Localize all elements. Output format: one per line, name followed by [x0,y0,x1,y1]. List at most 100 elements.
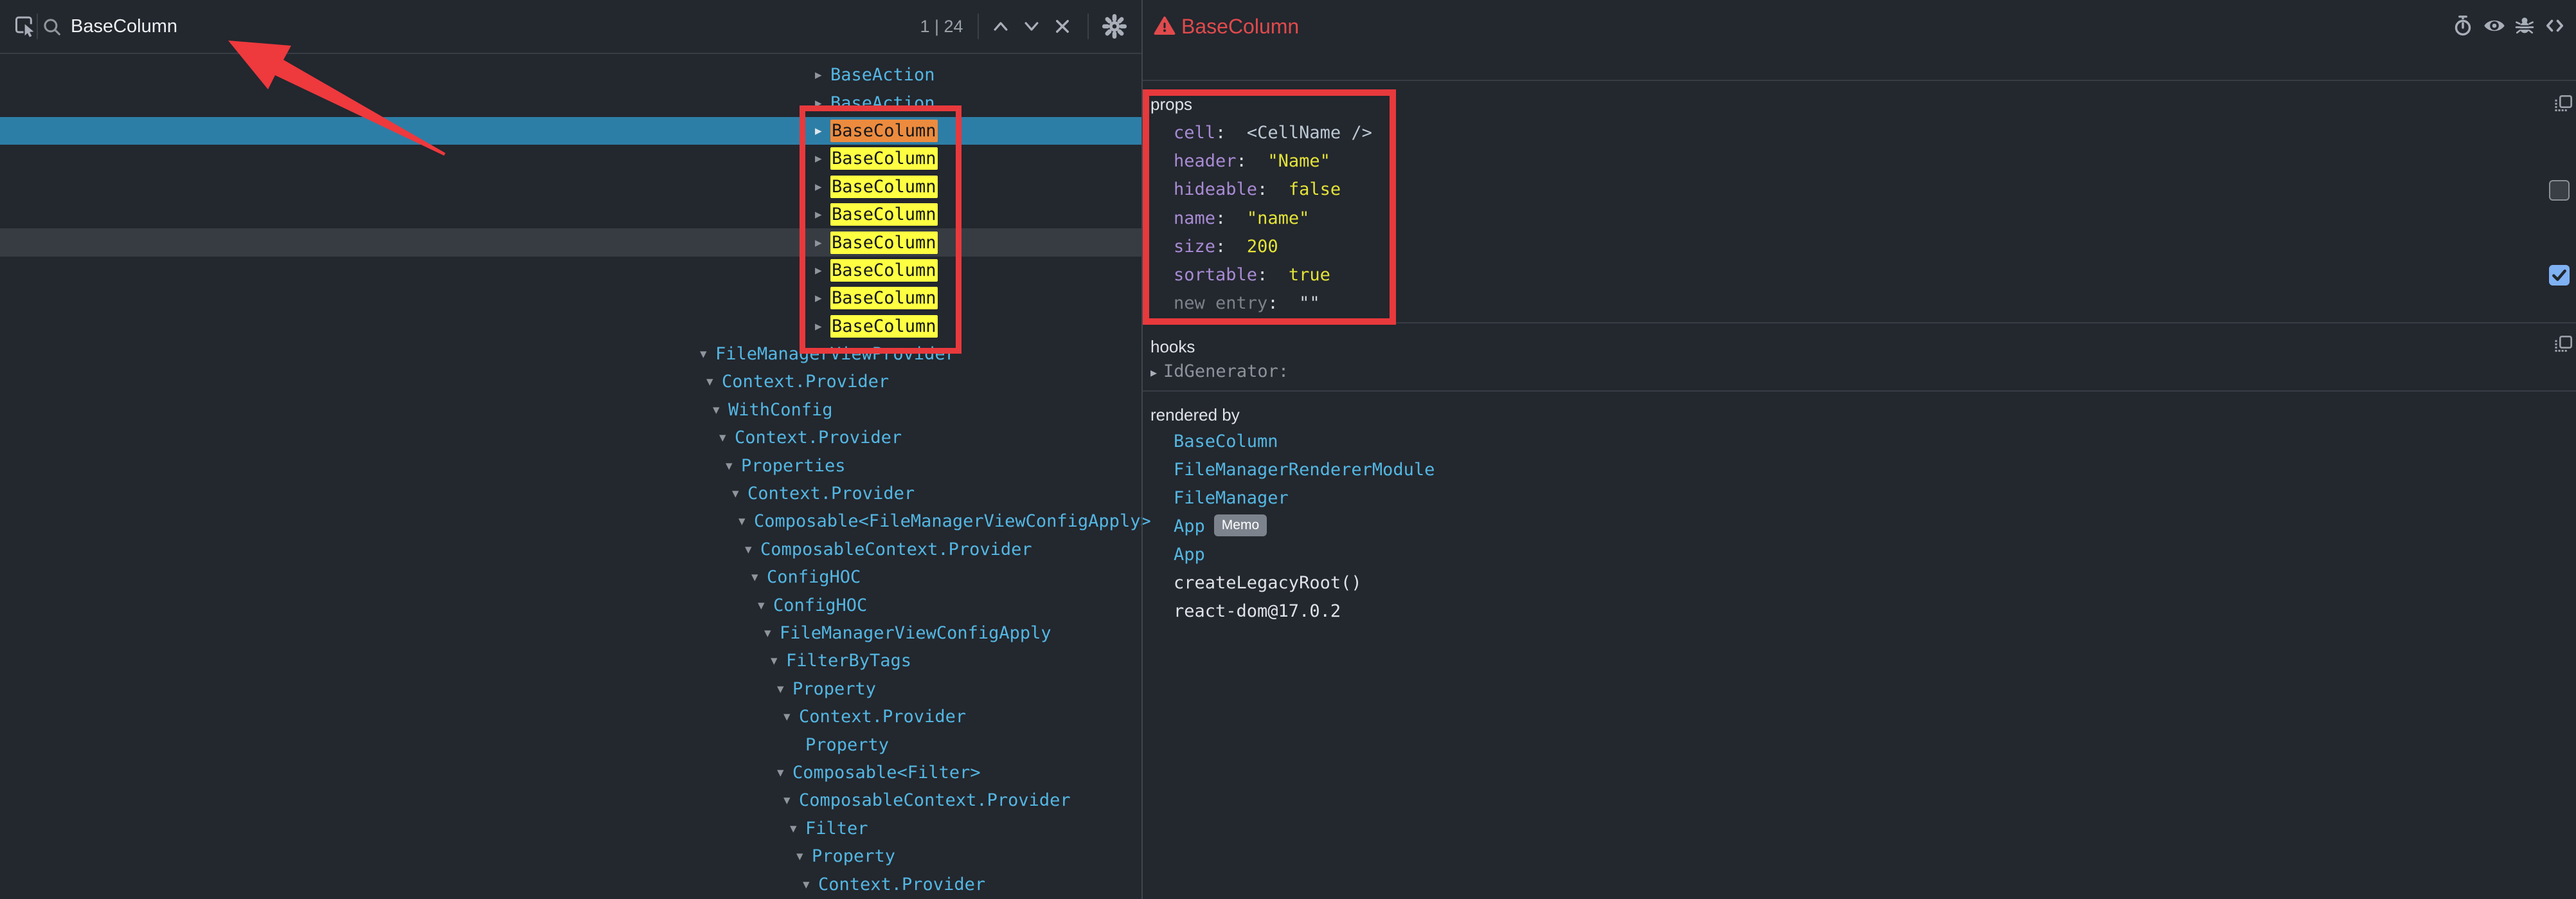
tree-row[interactable]: ▸BaseColumn [0,173,1141,201]
prop-row[interactable]: cell: <CellName /> [1174,119,1372,147]
expand-chevron-icon[interactable]: ▾ [738,513,754,529]
tree-row[interactable]: ▾Composable<FileManagerViewConfigApply> [0,507,1141,535]
gear-icon[interactable] [1100,12,1129,44]
expand-chevron-icon[interactable]: ▸ [815,179,830,195]
prop-value[interactable]: "" [1299,293,1320,313]
prop-row[interactable]: new entry: "" [1174,289,1372,318]
tree-row[interactable]: ▾Context.Provider [0,368,1141,395]
tree-row[interactable]: ▸BaseColumn [0,284,1141,312]
prop-row[interactable]: sortable: true [1174,261,1372,289]
tree-row[interactable]: ▸BaseAction [0,61,1141,89]
expand-chevron-icon[interactable]: ▾ [758,597,773,613]
copy-icon[interactable] [2553,94,2573,118]
tree-row[interactable]: ▾FilterByTags [0,647,1141,675]
prop-value[interactable]: true [1289,265,1330,285]
code-brackets-icon[interactable] [2543,14,2567,41]
expand-chevron-icon[interactable]: ▾ [783,709,799,725]
tree-row[interactable]: ▸BaseColumn [0,145,1141,172]
tree-row[interactable]: ▾Property [0,842,1141,870]
expand-chevron-icon[interactable]: ▸ [815,262,830,278]
rendered-by-item[interactable]: FileManagerRendererModule [1174,456,1435,484]
expand-chevron-icon[interactable]: ▸ [815,290,830,306]
tree-row[interactable]: ▾FileManagerViewConfigApply [0,619,1141,647]
prop-value[interactable]: false [1289,179,1341,199]
expand-chevron-icon[interactable]: ▾ [732,486,747,502]
expand-chevron-icon[interactable]: ▸ [815,95,830,111]
expand-chevron-icon[interactable]: ▸ [815,123,830,139]
eye-icon[interactable] [2482,14,2507,41]
hook-entry[interactable]: ▸IdGenerator: [1150,358,1289,385]
tree-row[interactable]: ▾Properties [0,451,1141,479]
tree-row[interactable]: ▾ComposableContext.Provider [0,786,1141,814]
rendered-by-item[interactable]: BaseColumn [1174,428,1435,456]
expand-chevron-icon[interactable]: ▸ [815,150,830,167]
owner-link[interactable]: App [1174,516,1205,536]
tree-row[interactable]: ▾Composable<Filter> [0,759,1141,786]
expand-chevron-icon[interactable]: ▸ [815,318,830,334]
owner-link[interactable]: App [1174,545,1205,565]
expand-chevron-icon[interactable]: ▾ [771,653,786,669]
expand-chevron-icon[interactable]: ▾ [803,876,818,893]
prop-row[interactable]: size: 200 [1174,233,1372,261]
owner-link[interactable]: FileManager [1174,488,1289,508]
tree-row[interactable]: ▾Context.Provider [0,703,1141,731]
stopwatch-icon[interactable] [2451,14,2474,41]
tree-row[interactable]: ▾Context.Provider [0,870,1141,898]
prop-row[interactable]: name: "name" [1174,204,1372,233]
search-input[interactable]: BaseColumn [71,0,177,53]
sortable-checkbox[interactable] [2549,265,2570,286]
expand-chevron-icon[interactable]: ▾ [726,458,741,474]
chevron-down-icon[interactable] [1019,17,1044,39]
tree-row[interactable]: ▾ComposableContext.Provider [0,536,1141,563]
expand-chevron-icon[interactable]: ▾ [777,681,792,697]
expand-chevron-icon[interactable]: ▾ [713,402,728,418]
expand-chevron-icon[interactable]: ▸ [815,67,830,83]
tree-row[interactable]: ▾Filter [0,815,1141,842]
rendered-by-item[interactable]: App [1174,541,1435,569]
expand-chevron-icon[interactable]: ▾ [790,821,805,837]
expand-chevron-icon[interactable]: ▾ [700,346,715,362]
prop-value[interactable]: "Name" [1267,151,1330,171]
expand-chevron-icon[interactable]: ▾ [719,430,735,446]
rendered-by-item[interactable]: AppMemo [1174,513,1435,541]
prop-row[interactable]: hideable: false [1174,176,1372,204]
tree-row[interactable]: ▸BaseColumn [0,228,1141,256]
prop-value[interactable]: 200 [1247,237,1278,257]
tree-row[interactable]: Property [0,731,1141,758]
rendered-by-item[interactable]: FileManager [1174,484,1435,513]
tree-row[interactable]: ▸BaseColumn [0,117,1141,145]
tree-row[interactable]: ▾ConfigHOC [0,563,1141,591]
expand-chevron-icon[interactable]: ▾ [745,541,760,558]
inspect-element-icon[interactable] [14,15,37,41]
expand-chevron-icon[interactable]: ▾ [751,569,767,585]
copy-icon[interactable] [2553,334,2573,358]
prop-row[interactable]: header: "Name" [1174,147,1372,176]
hideable-checkbox[interactable] [2549,180,2570,201]
expand-chevron-icon[interactable]: ▾ [796,848,812,864]
owner-link[interactable]: BaseColumn [1174,431,1278,451]
expand-chevron-icon[interactable]: ▾ [706,374,722,390]
owner-link[interactable]: FileManagerRendererModule [1174,460,1435,480]
tree-row[interactable]: ▸BaseAction [0,89,1141,116]
close-icon[interactable] [1051,15,1074,41]
tree-row[interactable]: ▾Context.Provider [0,480,1141,507]
tree-row[interactable]: ▾Property [0,675,1141,703]
prop-value[interactable]: <CellName /> [1247,123,1372,143]
expand-chevron-icon[interactable]: ▸ [815,206,830,222]
tree-row[interactable]: ▾Context.Provider [0,424,1141,451]
tree-row[interactable]: ▾WithConfig [0,396,1141,424]
expand-chevron-icon[interactable]: ▾ [777,765,792,781]
component-name: Context.Provider [747,484,915,504]
expand-chevron-icon[interactable]: ▾ [764,625,780,641]
expand-chevron-icon[interactable]: ▾ [783,792,799,808]
tree-row[interactable]: ▾FileManagerViewProvider [0,340,1141,368]
expand-chevron-icon[interactable]: ▸ [815,235,830,251]
chevron-up-icon[interactable] [988,17,1013,39]
tree-row[interactable]: ▸BaseColumn [0,201,1141,228]
expand-chevron-icon[interactable]: ▸ [1150,366,1157,380]
prop-value[interactable]: "name" [1247,208,1310,228]
bug-icon[interactable] [2513,14,2536,41]
tree-row[interactable]: ▸BaseColumn [0,313,1141,340]
tree-row[interactable]: ▾ConfigHOC [0,591,1141,619]
tree-row[interactable]: ▸BaseColumn [0,257,1141,284]
